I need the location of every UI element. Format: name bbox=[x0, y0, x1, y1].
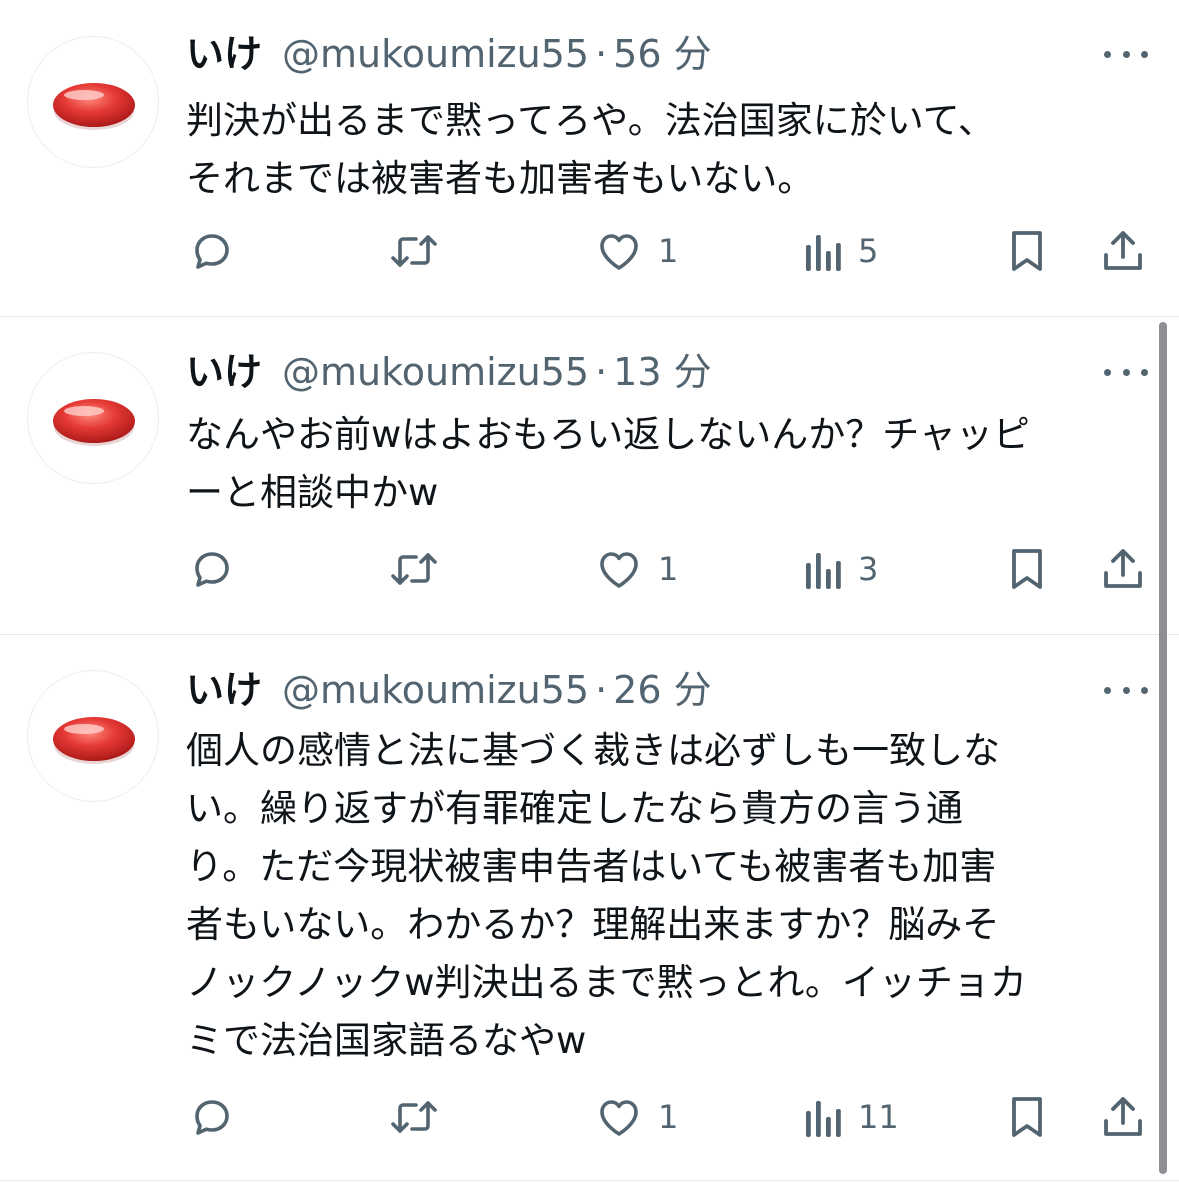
views-button[interactable]: 5 bbox=[802, 226, 878, 276]
display-name[interactable]: いけ bbox=[186, 34, 262, 74]
like-count: 1 bbox=[658, 232, 679, 270]
bookmark-button[interactable] bbox=[1006, 544, 1048, 594]
scrollbar[interactable] bbox=[1159, 322, 1167, 1174]
like-button[interactable]: 1 bbox=[594, 1092, 678, 1142]
views-icon bbox=[806, 235, 841, 271]
divider bbox=[0, 316, 1179, 317]
tweet-header: いけ @mukoumizu55 · 13 分 bbox=[186, 352, 712, 392]
tweet-text: 個人の感情と法に基づく裁きは必ずしも一致しな い。繰り返すが有罪確定したなら貴方… bbox=[186, 729, 1027, 1062]
tweet-actions: 1 11 bbox=[0, 1092, 1179, 1142]
heart-icon bbox=[600, 552, 638, 588]
views-icon bbox=[806, 1101, 841, 1137]
tweet-text: なんやお前wはよおもろい返しないんか？チャッピ ーと相談中かw bbox=[186, 413, 1030, 514]
timestamp[interactable]: 13 分 bbox=[613, 352, 711, 392]
like-button[interactable]: 1 bbox=[594, 544, 678, 594]
more-icon[interactable] bbox=[1104, 362, 1148, 382]
tweet-header: いけ @mukoumizu55 · 26 分 bbox=[186, 670, 712, 710]
retweet-button[interactable] bbox=[388, 226, 440, 276]
reply-button[interactable] bbox=[188, 226, 236, 276]
reply-button[interactable] bbox=[188, 1092, 236, 1142]
reply-icon bbox=[195, 1100, 229, 1135]
view-count: 5 bbox=[858, 232, 879, 270]
user-handle[interactable]: @mukoumizu55 bbox=[282, 352, 589, 392]
reply-icon bbox=[195, 234, 229, 269]
share-button[interactable] bbox=[1100, 544, 1146, 594]
heart-icon bbox=[600, 1100, 638, 1136]
like-count: 1 bbox=[658, 550, 679, 588]
bookmark-button[interactable] bbox=[1006, 1092, 1048, 1142]
bookmark-button[interactable] bbox=[1006, 226, 1048, 276]
tweet-actions: 1 5 bbox=[0, 226, 1179, 276]
share-button[interactable] bbox=[1100, 1092, 1146, 1142]
separator-dot: · bbox=[595, 350, 608, 394]
display-name[interactable]: いけ bbox=[186, 670, 262, 710]
retweet-icon bbox=[391, 235, 437, 267]
more-icon[interactable] bbox=[1104, 680, 1148, 700]
heart-icon bbox=[600, 234, 638, 270]
more-icon[interactable] bbox=[1104, 44, 1148, 64]
retweet-button[interactable] bbox=[388, 1092, 440, 1142]
views-icon bbox=[806, 553, 841, 589]
reply-icon bbox=[195, 552, 229, 587]
views-button[interactable]: 3 bbox=[802, 544, 878, 594]
view-count: 3 bbox=[858, 550, 879, 588]
share-button[interactable] bbox=[1100, 226, 1146, 276]
user-handle[interactable]: @mukoumizu55 bbox=[282, 34, 589, 74]
divider bbox=[0, 1180, 1179, 1181]
bookmark-icon bbox=[1012, 549, 1042, 589]
retweet-icon bbox=[391, 1101, 437, 1133]
share-icon bbox=[1104, 1097, 1142, 1136]
avatar-image bbox=[53, 83, 135, 130]
like-count: 1 bbox=[658, 1098, 679, 1136]
timestamp[interactable]: 56 分 bbox=[613, 34, 711, 74]
retweet-icon bbox=[391, 553, 437, 585]
avatar[interactable] bbox=[27, 670, 159, 802]
divider bbox=[0, 634, 1179, 635]
tweet-text: 判決が出るまで黙ってろや。法治国家に於いて、 それまでは被害者も加害者もいない。 bbox=[186, 99, 995, 200]
view-count: 11 bbox=[858, 1098, 899, 1136]
tweet-actions: 1 3 bbox=[0, 544, 1179, 594]
bookmark-icon bbox=[1012, 231, 1042, 271]
bookmark-icon bbox=[1012, 1097, 1042, 1137]
reply-button[interactable] bbox=[188, 544, 236, 594]
timestamp[interactable]: 26 分 bbox=[613, 670, 711, 710]
user-handle[interactable]: @mukoumizu55 bbox=[282, 670, 589, 710]
share-icon bbox=[1104, 549, 1142, 588]
avatar-image bbox=[53, 717, 135, 764]
display-name[interactable]: いけ bbox=[186, 352, 262, 392]
share-icon bbox=[1104, 231, 1142, 270]
views-button[interactable]: 11 bbox=[802, 1092, 899, 1142]
avatar[interactable] bbox=[27, 352, 159, 484]
separator-dot: · bbox=[595, 668, 608, 712]
tweet-header: いけ @mukoumizu55 · 56 分 bbox=[186, 34, 712, 74]
separator-dot: · bbox=[595, 32, 608, 76]
like-button[interactable]: 1 bbox=[594, 226, 678, 276]
avatar[interactable] bbox=[27, 36, 159, 168]
avatar-image bbox=[53, 399, 135, 446]
retweet-button[interactable] bbox=[388, 544, 440, 594]
